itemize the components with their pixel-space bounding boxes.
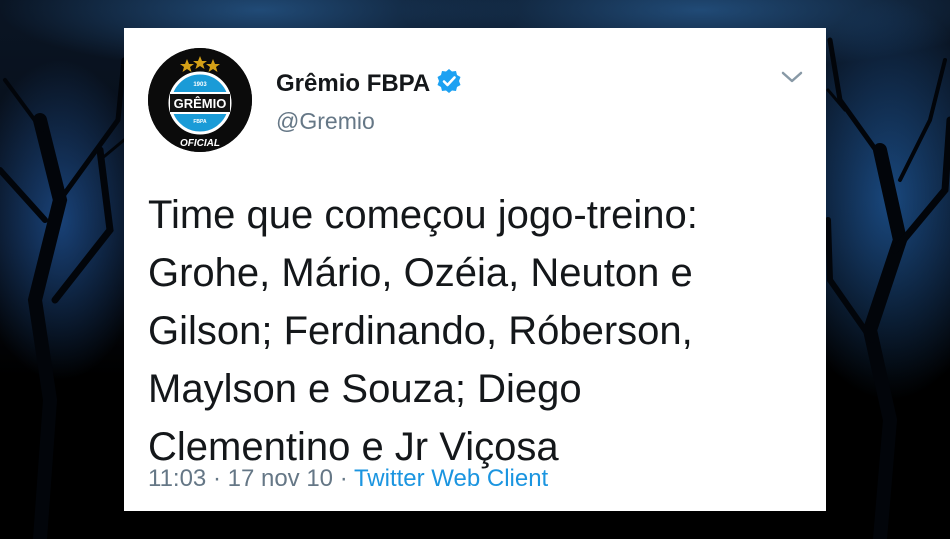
tweet-text-line: Gilson; Ferdinando, Róberson, xyxy=(148,309,693,353)
verified-badge-icon xyxy=(436,68,462,101)
tweet-metadata: 11:03 · 17 nov 10 · Twitter Web Client xyxy=(148,465,548,493)
separator: · xyxy=(333,465,354,492)
tweet-source-link[interactable]: Twitter Web Client xyxy=(354,465,548,492)
separator: · xyxy=(206,465,228,492)
tweet-text-line: Maylson e Souza; Diego xyxy=(148,367,582,411)
logo-label: OFICIAL xyxy=(180,138,220,149)
tweet-card[interactable]: GRÊMIO 1903 FBPA OFICIAL Grêmio FBPA @Gr… xyxy=(124,28,826,511)
logo-year: 1903 xyxy=(193,82,207,88)
logo-text: GRÊMIO xyxy=(174,96,227,111)
avatar[interactable]: GRÊMIO 1903 FBPA OFICIAL xyxy=(148,48,252,152)
logo-sub: FBPA xyxy=(193,119,207,125)
tweet-text: Time que começou jogo-treino: Grohe, Már… xyxy=(148,186,808,476)
display-name-text[interactable]: Grêmio FBPA xyxy=(276,70,430,97)
gremio-logo-icon: GRÊMIO 1903 FBPA OFICIAL xyxy=(148,48,252,152)
tweet-date[interactable]: 17 nov 10 xyxy=(228,465,333,492)
display-name[interactable]: Grêmio FBPA xyxy=(276,68,462,101)
user-handle[interactable]: @Gremio xyxy=(276,108,375,135)
tweet-text-line: Time que começou jogo-treino: xyxy=(148,193,698,237)
tweet-text-line: Grohe, Mário, Ozéia, Neuton e xyxy=(148,251,693,295)
tweet-time[interactable]: 11:03 xyxy=(148,465,206,492)
chevron-down-icon[interactable] xyxy=(780,68,804,86)
